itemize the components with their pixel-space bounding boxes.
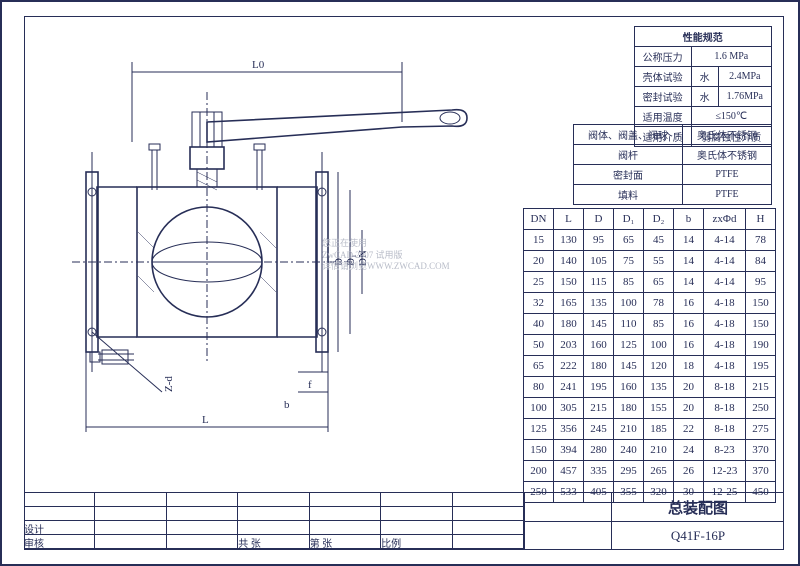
title-block: 总装配图 Q41F-16P — [524, 492, 784, 550]
svg-text:Z-d: Z-d — [163, 376, 175, 392]
dimension-table: DNLDD₁D₂bzxΦdH15130956545144-14782014010… — [523, 208, 776, 503]
watermark: 您正在使用 ZwCAD 2007 试用版 详情请浏览WWW.ZWCAD.COM — [322, 238, 450, 273]
svg-text:L: L — [202, 414, 209, 426]
drawing-title: 总装配图 — [612, 493, 784, 521]
material-table: 阀体、阀盖、阀球奥氏体不锈钢 阀杆奥氏体不锈钢 密封面PTFE 填料PTFE — [573, 124, 772, 205]
svg-text:L0: L0 — [252, 59, 265, 71]
title-strip: 设计 审核共 张第 张比例 — [24, 492, 524, 550]
svg-text:f: f — [308, 379, 312, 391]
model-number: Q41F-16P — [612, 522, 784, 550]
svg-text:b: b — [284, 399, 290, 411]
drawing-sheet: L0 — [0, 0, 800, 566]
